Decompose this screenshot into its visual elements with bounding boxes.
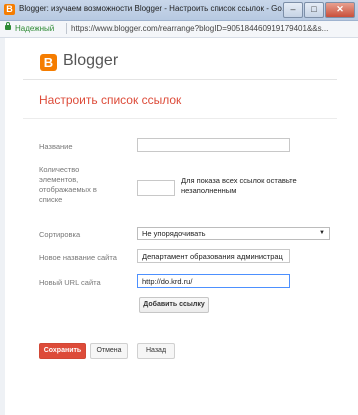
sort-select[interactable]: Не упорядочивать ▼ [137, 227, 330, 240]
name-label: Название [39, 142, 73, 151]
new-site-name-label: Новое название сайта [39, 253, 117, 262]
page-title: Настроить список ссылок [39, 93, 182, 107]
count-input[interactable] [137, 180, 175, 196]
url-separator [66, 23, 67, 34]
blogger-app-icon: B [4, 4, 15, 15]
blogger-header: B Blogger [0, 38, 358, 80]
lock-icon [5, 22, 11, 30]
title-divider [23, 118, 337, 119]
minimize-button[interactable]: – [283, 2, 303, 18]
title-bar: B Blogger: изучаем возможности Blogger -… [0, 0, 358, 21]
maximize-button[interactable]: □ [304, 2, 324, 18]
blogger-brand[interactable]: Blogger [63, 52, 118, 70]
secure-label[interactable]: Надежный [15, 24, 54, 33]
cancel-button[interactable]: Отмена [90, 343, 128, 359]
window-controls: – □ ✕ [282, 2, 355, 18]
address-bar[interactable]: Надежный https://www.blogger.com/rearran… [0, 21, 358, 38]
sort-label: Сортировка [39, 230, 81, 239]
url-text[interactable]: https://www.blogger.com/rearrange?blogID… [71, 24, 355, 33]
save-button[interactable]: Сохранить [39, 343, 86, 359]
close-button[interactable]: ✕ [325, 2, 355, 18]
name-input[interactable] [137, 138, 290, 152]
new-url-label: Новый URL сайта [39, 278, 101, 287]
sort-select-value: Не упорядочивать [142, 229, 206, 238]
count-label: Количество элементов, отображаемых в спи… [39, 165, 97, 204]
count-hint: Для показа всех ссылок оставьте незаполн… [181, 176, 297, 195]
left-edge [0, 38, 5, 415]
new-site-name-input[interactable]: Департамент образования администрац [137, 249, 290, 263]
new-url-input[interactable]: http://do.krd.ru/ [137, 274, 290, 288]
browser-window: B Blogger: изучаем возможности Blogger -… [0, 0, 358, 415]
blogger-logo-icon[interactable]: B [40, 54, 57, 71]
header-divider [23, 79, 337, 80]
back-button[interactable]: Назад [137, 343, 175, 359]
window-title: Blogger: изучаем возможности Blogger - Н… [19, 4, 294, 13]
add-link-button[interactable]: Добавить ссылку [139, 297, 209, 313]
dropdown-arrow-icon: ▼ [319, 230, 325, 236]
